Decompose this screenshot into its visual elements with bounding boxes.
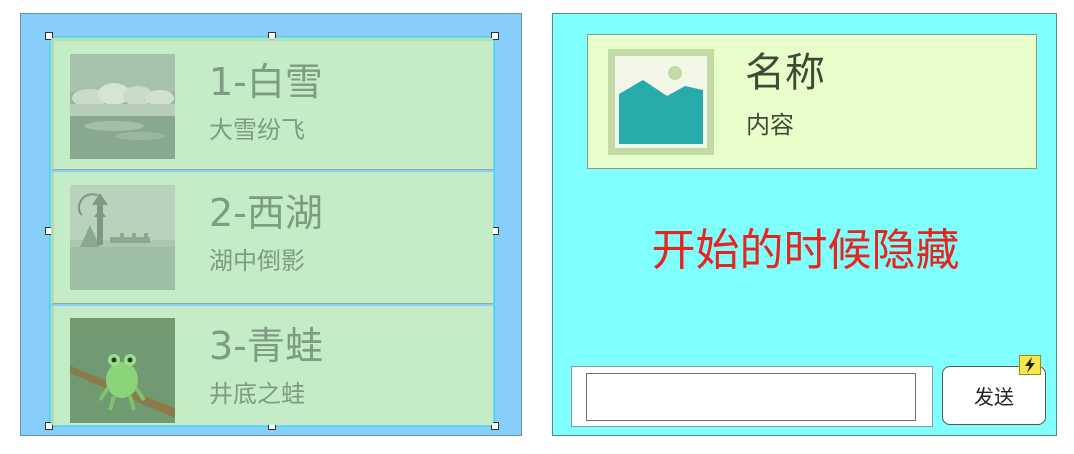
image-list: 1-白雪 大雪纷飞 2-西湖 湖中倒影 3-青蛙 井底之蛙 — [51, 38, 493, 425]
item-subtitle: 大雪纷飞 — [209, 116, 305, 144]
item-title: 2-西湖 — [209, 191, 323, 235]
list-item[interactable]: 2-西湖 湖中倒影 — [51, 172, 493, 304]
list-panel: 1-白雪 大雪纷飞 2-西湖 湖中倒影 3-青蛙 井底之蛙 — [20, 13, 522, 436]
west-lake-pagoda-image — [70, 185, 175, 290]
message-input-container — [571, 366, 933, 427]
chat-panel: 名称 内容 开始的时候隐藏 发送 — [552, 13, 1057, 436]
item-subtitle: 湖中倒影 — [209, 247, 305, 275]
list-item[interactable]: 3-青蛙 井底之蛙 — [51, 306, 493, 425]
hidden-message: 开始的时候隐藏 — [651, 225, 960, 276]
message-input[interactable] — [586, 373, 916, 421]
snow-landscape-image — [70, 54, 175, 159]
frog-on-branch-image — [70, 318, 175, 423]
lightning-bolt-icon — [1019, 355, 1041, 375]
image-placeholder-icon — [608, 49, 714, 155]
item-title: 3-青蛙 — [209, 324, 323, 368]
list-item[interactable]: 1-白雪 大雪纷飞 — [51, 38, 493, 170]
item-subtitle: 井底之蛙 — [209, 380, 305, 408]
info-card[interactable]: 名称 内容 — [587, 34, 1037, 169]
card-subtitle: 内容 — [746, 111, 794, 139]
item-title: 1-白雪 — [209, 60, 323, 104]
card-title: 名称 — [745, 50, 825, 96]
